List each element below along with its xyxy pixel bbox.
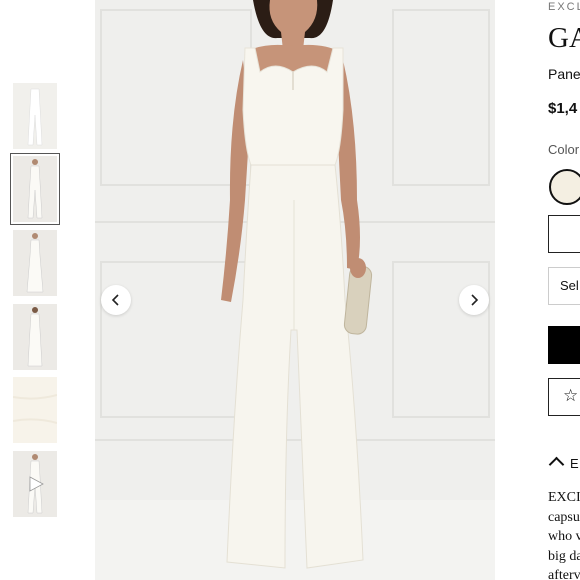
model-back-image	[13, 304, 57, 370]
body-line: EXCI	[548, 490, 580, 505]
star-icon: ☆	[563, 386, 579, 405]
thumbnail-front-view[interactable]	[13, 83, 57, 149]
editors-notes-toggle[interactable]: E	[548, 456, 579, 473]
brand-label: EXCL	[548, 1, 580, 13]
editors-notes-body: EXCI capsu who v big da afterv	[548, 488, 580, 580]
body-line: big da	[548, 548, 580, 564]
thumbnail-model-side[interactable]	[13, 230, 57, 296]
model-jumpsuit-photo	[95, 0, 495, 580]
previous-image-button[interactable]	[101, 285, 131, 315]
editors-notes-heading: E	[570, 456, 579, 471]
fabric-detail-image	[13, 377, 57, 443]
wishlist-button[interactable]: ☆	[548, 378, 580, 416]
color-swatch[interactable]	[549, 169, 580, 205]
thumbnail-strip	[0, 0, 70, 580]
thumbnail-fabric-detail[interactable]	[13, 377, 57, 443]
size-option-button[interactable]	[548, 215, 580, 253]
thumbnail-model-front[interactable]	[10, 153, 60, 225]
chevron-right-icon	[471, 294, 479, 306]
product-title: GA	[548, 22, 580, 54]
product-info-panel: EXCL GA Pane $1,4 Color Sel ☆ E EXCI cap…	[548, 0, 580, 580]
video-thumbnail-image	[13, 451, 57, 517]
thumbnail-model-back[interactable]	[13, 304, 57, 370]
body-line: who v	[548, 529, 580, 544]
chevron-up-icon	[548, 456, 565, 473]
next-image-button[interactable]	[459, 285, 489, 315]
chevron-left-icon	[111, 294, 119, 306]
model-side-image	[13, 230, 57, 296]
color-label: Color	[548, 142, 580, 157]
add-to-bag-button[interactable]	[548, 326, 580, 364]
thumbnail-video[interactable]	[13, 451, 57, 517]
model-front-image	[13, 156, 57, 222]
size-select[interactable]: Sel	[548, 267, 580, 305]
product-price: $1,4	[548, 100, 578, 117]
body-line: afterv	[548, 568, 580, 580]
product-description: Pane	[548, 66, 580, 82]
main-product-image	[95, 0, 495, 580]
jumpsuit-front-image	[13, 83, 57, 149]
body-line: capsu	[548, 509, 580, 525]
